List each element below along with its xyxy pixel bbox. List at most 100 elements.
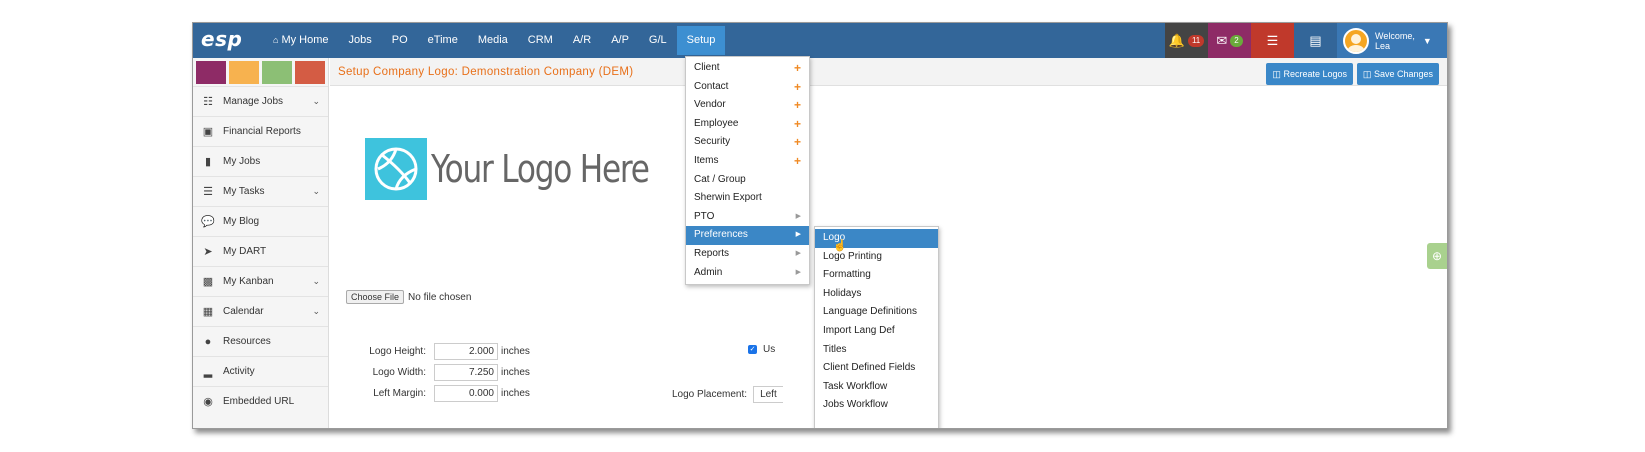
sidebar-item-my-tasks[interactable]: ☰ My Tasks ⌄ (193, 176, 328, 206)
plus-icon[interactable]: + (794, 152, 801, 171)
submenu-item-language-definitions[interactable]: Language Definitions (815, 303, 938, 322)
database-button[interactable]: ☰ (1251, 23, 1294, 58)
sidebar-item-my-kanban[interactable]: ▩ My Kanban ⌄ (193, 266, 328, 296)
logo-width-label: Logo Width: (372, 367, 426, 378)
notifications-button[interactable]: 🔔 11 (1165, 23, 1208, 58)
avatar (1343, 27, 1369, 54)
menu-item-reports[interactable]: Reports ▶ (686, 245, 809, 264)
logo-placement-label: Logo Placement: (672, 389, 748, 400)
caret-right-icon: ▶ (795, 212, 801, 220)
plus-icon[interactable]: + (794, 133, 801, 152)
swatch-orange[interactable] (229, 61, 259, 84)
logo-placement-select[interactable]: Left (753, 386, 783, 403)
save-icon: ◫ (1272, 69, 1281, 79)
sidebar-item-financial-reports[interactable]: ▣ Financial Reports (193, 116, 328, 146)
header-icons: 🔔 11 ✉ 2 ☰ ▤ Welcome, Lea ▼ (1165, 23, 1447, 58)
signal-icon: ▂ (203, 366, 213, 378)
nav-media[interactable]: Media (468, 23, 518, 58)
sidebar-item-manage-jobs[interactable]: ☷ Manage Jobs ⌄ (193, 86, 328, 116)
menu-item-employee[interactable]: Employee + (686, 115, 809, 134)
logo-placement-row: Logo Placement: Left (672, 386, 783, 403)
top-nav-bar: esp ⌂ My Home Jobs PO eTime Media CRM A/R… (193, 23, 1447, 58)
submenu-item-client-defined-fields[interactable]: Client Defined Fields (815, 359, 938, 378)
menu-item-client[interactable]: Client + (686, 59, 809, 78)
sidebar-item-activity[interactable]: ▂ Activity (193, 356, 328, 386)
book-icon: ▤ (1309, 32, 1322, 48)
messages-button[interactable]: ✉ 2 (1208, 23, 1251, 58)
logo-height-input[interactable]: 2.000 (434, 343, 498, 360)
plus-icon[interactable]: + (794, 115, 801, 134)
left-margin-label: Left Margin: (373, 388, 426, 399)
nav-jobs[interactable]: Jobs (339, 23, 382, 58)
plus-icon[interactable]: + (794, 59, 801, 78)
chevron-down-icon: ⌄ (312, 276, 320, 286)
bell-icon: 🔔 (1168, 32, 1185, 48)
sidebar-item-my-blog[interactable]: 💬 My Blog (193, 206, 328, 236)
swatch-red[interactable] (295, 61, 325, 84)
user-menu[interactable]: Welcome, Lea ▼ (1337, 23, 1447, 58)
sidebar-item-calendar[interactable]: ▦ Calendar ⌄ (193, 296, 328, 326)
submenu-item-task-workflow[interactable]: Task Workflow (815, 378, 938, 397)
sidebar-item-my-dart[interactable]: ➤ My DART (193, 236, 328, 266)
menu-item-vendor[interactable]: Vendor + (686, 96, 809, 115)
menu-item-admin[interactable]: Admin ▶ (686, 264, 809, 283)
submenu-item-jobs-workflow[interactable]: Jobs Workflow (815, 396, 938, 415)
sidebar-item-my-jobs[interactable]: ▮ My Jobs (193, 146, 328, 176)
swatch-green[interactable] (262, 61, 292, 84)
use-checkbox[interactable]: ✓ (748, 345, 757, 354)
nav-etime[interactable]: eTime (418, 23, 468, 58)
logo-width-input[interactable]: 7.250 (434, 364, 498, 381)
use-checkbox-label: Us (763, 344, 776, 355)
recreate-logos-button[interactable]: ◫ Recreate Logos (1266, 63, 1353, 85)
submenu-item-titles[interactable]: Titles (815, 341, 938, 360)
nav-crm[interactable]: CRM (518, 23, 563, 58)
envelope-icon: ✉ (1216, 32, 1228, 48)
welcome-label: Welcome, (1375, 30, 1415, 41)
submenu-item-import-lang-def[interactable]: Import Lang Def (815, 322, 938, 341)
menu-item-preferences[interactable]: Preferences ▶ (686, 226, 809, 245)
setup-dropdown-menu: Client + Contact + Vendor + Employee + Secur… (685, 56, 810, 286)
nav-ap[interactable]: A/P (601, 23, 639, 58)
chevron-down-icon: ⌄ (312, 186, 320, 196)
nav-gl[interactable]: G/L (639, 23, 677, 58)
menu-item-items[interactable]: Items + (686, 152, 809, 171)
globe-icon: ◉ (203, 396, 213, 408)
map-icon: ▩ (202, 276, 214, 288)
left-margin-input[interactable]: 0.000 (434, 385, 498, 402)
sidebar-item-resources[interactable]: ● Resources (193, 326, 328, 356)
submenu-item-formatting[interactable]: Formatting (815, 266, 938, 285)
nav-po[interactable]: PO (382, 23, 418, 58)
menu-item-security[interactable]: Security + (686, 133, 809, 152)
color-swatches (193, 58, 328, 86)
plus-icon[interactable]: + (794, 78, 801, 97)
nav-setup[interactable]: Setup (676, 26, 726, 55)
logo-preview: Your Logo Here (365, 138, 697, 200)
menu-item-cat-group[interactable]: Cat / Group (686, 171, 809, 190)
zoom-in-icon[interactable]: ⊕ (1427, 243, 1447, 269)
save-icon: ◫ (1362, 69, 1372, 79)
save-changes-button[interactable]: ◫ Save Changes (1356, 63, 1439, 85)
menu-item-sherwin-export[interactable]: Sherwin Export (686, 189, 809, 208)
logo-height-row: Logo Height: 2.000 inches (330, 343, 530, 360)
plus-icon[interactable]: + (794, 96, 801, 115)
unit-label: inches (501, 367, 530, 378)
submenu-item-logo[interactable]: Logo ☝ (815, 229, 938, 252)
chevron-down-icon: ⌄ (312, 306, 320, 316)
swatch-purple[interactable] (196, 61, 226, 84)
book-button[interactable]: ▤ (1294, 23, 1337, 58)
choose-file-button[interactable]: Choose File (346, 290, 405, 304)
caret-down-icon: ▼ (1422, 35, 1432, 46)
file-upload-row: Choose File No file chosen (346, 290, 471, 304)
tasks-icon: ☰ (203, 186, 213, 198)
menu-item-contact[interactable]: Contact + (686, 78, 809, 97)
unit-label: inches (501, 388, 530, 399)
submenu-item-logo-printing[interactable]: Logo Printing (815, 248, 938, 267)
database-icon: ☰ (1266, 32, 1279, 48)
sidebar-item-embedded-url[interactable]: ◉ Embedded URL (193, 386, 328, 416)
caret-right-icon: ▶ (795, 249, 801, 257)
app-logo[interactable]: esp (201, 27, 242, 51)
nav-ar[interactable]: A/R (563, 23, 601, 58)
submenu-item-holidays[interactable]: Holidays (815, 285, 938, 304)
menu-item-pto[interactable]: PTO ▶ (686, 208, 809, 227)
nav-my-home[interactable]: ⌂ My Home (263, 23, 339, 58)
